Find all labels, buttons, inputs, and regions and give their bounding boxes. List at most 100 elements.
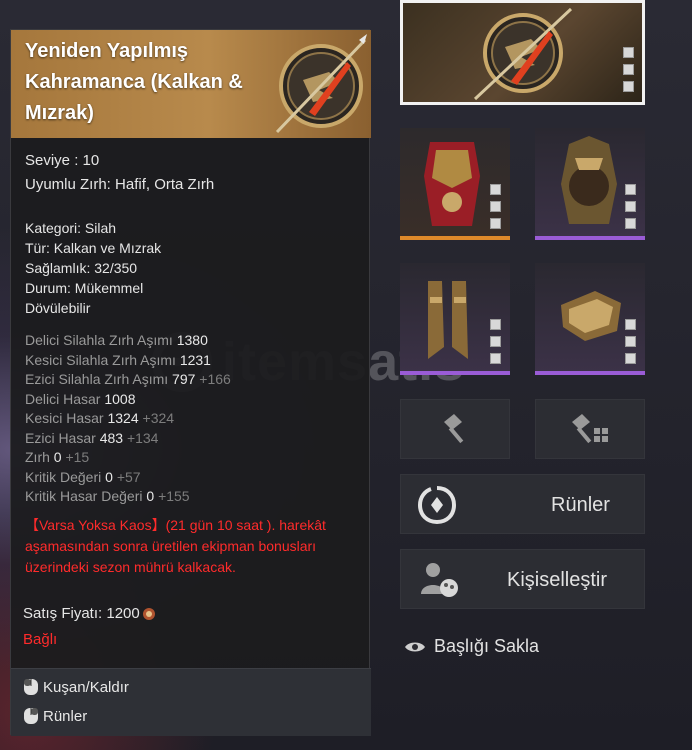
rune-icon [417, 486, 457, 525]
stat-label: Zırh [25, 449, 50, 465]
rarity-bar [400, 371, 510, 375]
stat-label: Kritik Hasar Değeri [25, 488, 143, 504]
shield-spear-icon [275, 34, 367, 134]
sale-price: Satış Fiyatı: 1200 [23, 605, 156, 623]
stat-bonus: +324 [142, 410, 175, 426]
slot-helmet[interactable] [535, 128, 645, 240]
stat-label: Kesici Hasar [25, 410, 104, 426]
item-level: Seviye : 10 [25, 152, 100, 169]
stat-row: Kesici Hasar 1324 +324 [25, 409, 174, 427]
gem-socket[interactable] [625, 336, 636, 347]
gem-socket[interactable] [490, 201, 501, 212]
stat-row: Ezici Hasar 483 +134 [25, 429, 158, 447]
stat-bonus: +57 [116, 468, 141, 485]
stat-row: Kesici Silahla Zırh Aşımı 1231 [25, 351, 211, 369]
stat-value: 1380 [176, 332, 208, 348]
stat-value: 1324 [107, 410, 139, 426]
gem-socket[interactable] [490, 184, 501, 195]
chest-armor-icon [424, 142, 480, 226]
runes-button[interactable]: Rünler [400, 474, 645, 534]
hide-title-label: Başlığı Sakla [434, 636, 540, 656]
gem-socket[interactable] [490, 319, 501, 330]
stat-row: Ezici Silahla Zırh Aşımı 797 +166 [25, 370, 231, 388]
tooltip-footer: Kuşan/Kaldır Rünler [11, 668, 371, 736]
stat-row: Kritik Hasar Değeri 0 +155 [25, 487, 190, 505]
season-note-line2: aşamasından sonra üretilen ekipman bonus… [25, 538, 317, 554]
stat-value: 483 [99, 429, 124, 446]
season-note-line3: üzerindeki sezon mührü kalkacak. [25, 559, 236, 575]
runes-footer-label: Rünler [43, 707, 88, 725]
item-forgeable: Dövülebilir [25, 300, 91, 316]
runes-button-label: Rünler [551, 494, 610, 516]
gem-socket[interactable] [625, 319, 636, 330]
stat-label: Kesici Silahla Zırh Aşımı [25, 351, 176, 368]
slot-helmet-gem-sockets [625, 184, 636, 229]
slot-gloves-gem-sockets [625, 319, 636, 364]
stat-bonus: +134 [126, 429, 159, 446]
item-tooltip: Yeniden Yapılmış Kahramanca (Kalkan & Mı… [10, 29, 371, 736]
stat-bonus: +155 [158, 488, 190, 504]
gem-socket[interactable] [623, 81, 634, 92]
gem-socket[interactable] [623, 47, 634, 58]
slot-weapon[interactable] [400, 0, 645, 105]
stat-label: Ezici Silahla Zırh Aşımı [25, 371, 169, 387]
stat-label: Delici Silahla Zırh Aşımı [25, 332, 173, 348]
slot-boots[interactable] [400, 263, 510, 375]
stat-row: Kritik Değeri 0 +57 [25, 468, 141, 486]
gem-socket[interactable] [490, 336, 501, 347]
item-category: Kategori: Silah [25, 220, 117, 236]
gem-socket[interactable] [490, 218, 501, 229]
hammer-grid-icon [572, 414, 608, 444]
gem-socket[interactable] [625, 218, 636, 229]
sale-price-text: Satış Fiyatı: 1200 [23, 605, 140, 622]
stat-bonus: +15 [65, 449, 90, 465]
equip-label: Kuşan/Kaldır [43, 678, 129, 696]
rarity-bar [535, 236, 645, 240]
item-durability: Sağlamlık: 32/350 [25, 260, 138, 276]
slot-chest-gem-sockets [490, 184, 501, 229]
item-type: Tür: Kalkan ve Mızrak [25, 240, 162, 256]
stat-bonus: +166 [199, 371, 231, 387]
item-armor-compat: Uyumlu Zırh: Hafif, Orta Zırh [25, 176, 215, 193]
tooltip-header: Yeniden Yapılmış Kahramanca (Kalkan & Mı… [11, 30, 371, 138]
item-title: Yeniden Yapılmış Kahramanca (Kalkan & Mı… [25, 40, 243, 124]
helmet-icon [561, 136, 617, 224]
stat-label: Ezici Hasar [25, 429, 96, 446]
stat-value: 0 [105, 468, 113, 485]
stat-row: Zırh 0 +15 [25, 448, 89, 466]
slot-chest[interactable] [400, 128, 510, 240]
boots-icon [428, 281, 468, 359]
item-condition: Durum: Mükemmel [25, 280, 144, 296]
hide-title-toggle[interactable]: Başlığı Sakla [404, 636, 539, 657]
slot-weapon-gem-sockets [623, 47, 634, 92]
customize-button-label: Kişiselleştir [507, 569, 608, 591]
runes-action[interactable]: Rünler [23, 707, 87, 725]
gem-socket[interactable] [625, 353, 636, 364]
stat-label: Delici Hasar [25, 390, 101, 407]
stat-value: 797 [172, 371, 196, 387]
slot-gloves[interactable] [535, 263, 645, 375]
salvage-button[interactable] [535, 399, 645, 459]
stat-row: Delici Silahla Zırh Aşımı 1380 [25, 331, 208, 349]
stat-value: 0 [53, 449, 62, 465]
rarity-bar [535, 371, 645, 375]
gem-socket[interactable] [623, 64, 634, 75]
season-note-line1: 【Varsa Yoksa Kaos】(21 gün 10 saat ). har… [25, 517, 326, 533]
slot-boots-gem-sockets [490, 319, 501, 364]
stat-value: 1231 [179, 351, 211, 368]
gem-socket[interactable] [625, 201, 636, 212]
craft-button[interactable] [400, 399, 510, 459]
rarity-bar [400, 236, 510, 240]
equip-action[interactable]: Kuşan/Kaldır [23, 678, 129, 696]
stat-value: 1008 [104, 390, 136, 407]
gem-socket[interactable] [490, 353, 501, 364]
gauntlet-icon [561, 291, 621, 341]
gem-socket[interactable] [625, 184, 636, 195]
customize-button[interactable]: Kişiselleştir [400, 549, 645, 609]
hammer-icon [444, 414, 464, 444]
stat-label: Kritik Değeri [25, 468, 102, 485]
coin-icon [142, 608, 155, 620]
stat-value: 0 [146, 488, 155, 504]
mouse-icon [24, 708, 38, 724]
eye-icon [405, 642, 425, 651]
